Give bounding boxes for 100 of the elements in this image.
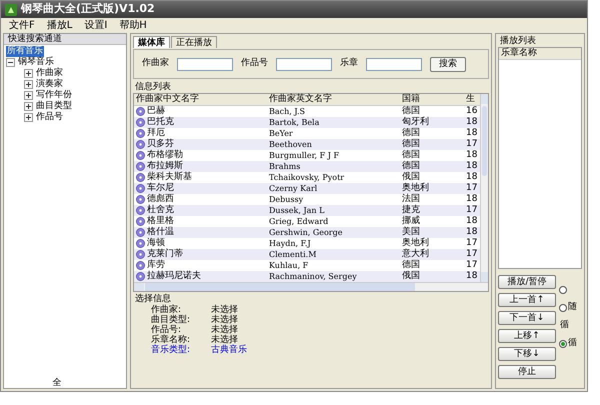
tab-label[interactable]: 全 bbox=[52, 378, 62, 388]
info-value: 未选择 bbox=[211, 315, 239, 325]
table-cell: 18 bbox=[466, 150, 478, 161]
table-cell: 18 bbox=[466, 227, 478, 238]
table-cell: 德国 bbox=[402, 139, 420, 150]
expand-icon[interactable] bbox=[24, 91, 33, 100]
table-cell-text: 德国 bbox=[402, 161, 420, 172]
table-cell: 18 bbox=[466, 117, 478, 128]
window-title: 钢琴曲大全(正式版)V1.02 bbox=[21, 1, 155, 18]
vertical-scrollbar[interactable] bbox=[480, 94, 488, 282]
info-value: 未选择 bbox=[211, 305, 239, 315]
column-header[interactable]: 生 bbox=[464, 94, 480, 105]
column-header: 乐章名称 bbox=[499, 48, 581, 60]
table-cell-text: 格里格 bbox=[147, 216, 174, 226]
table-cell-text: 海顿 bbox=[147, 238, 165, 248]
table-cell: 俄国 bbox=[402, 271, 420, 282]
table-cell: 17 bbox=[466, 139, 478, 150]
info-label: 曲目类型: bbox=[151, 315, 192, 325]
table-cell: Grieg, Edward bbox=[269, 216, 328, 227]
tree-item[interactable]: 演奏家 bbox=[35, 79, 64, 90]
option-label: 随 bbox=[568, 301, 577, 314]
table-cell-text: 奥地利 bbox=[402, 238, 429, 248]
menu-item[interactable]: 播放L bbox=[42, 18, 76, 33]
column-header[interactable]: 作曲家中文名字 bbox=[134, 94, 267, 105]
radio-button[interactable] bbox=[559, 340, 567, 348]
table-cell-text: 格什温 bbox=[147, 227, 174, 238]
column-header[interactable]: 作曲家英文名字 bbox=[267, 94, 400, 105]
tree-item[interactable]: 钢琴音乐 bbox=[17, 57, 55, 68]
info-label: 作品号: bbox=[151, 325, 182, 335]
table-cell: 18 bbox=[466, 172, 478, 183]
collapse-icon[interactable] bbox=[6, 58, 15, 67]
tab[interactable]: 媒体库 bbox=[133, 36, 170, 48]
table-cell: 16 bbox=[466, 106, 478, 117]
input-field[interactable] bbox=[177, 58, 233, 70]
table-cell-text: 克莱门蒂 bbox=[147, 249, 183, 260]
table-cell: Bach, J.S bbox=[269, 106, 305, 117]
table-cell-text: 德国 bbox=[402, 260, 420, 270]
table-cell-text: 贝多芬 bbox=[147, 139, 174, 150]
table-cell: Kuhlau, F bbox=[269, 260, 308, 271]
tab[interactable]: 正在播放 bbox=[171, 36, 217, 48]
control-button[interactable]: 播放/暂停 bbox=[498, 275, 556, 289]
table-cell: 18 bbox=[466, 128, 478, 139]
tree-item[interactable]: 作曲家 bbox=[35, 68, 64, 79]
expand-icon[interactable] bbox=[24, 102, 33, 111]
menu-item[interactable]: 设置I bbox=[80, 18, 112, 33]
table-cell: Brahms bbox=[269, 161, 300, 172]
table-cell: Czerny Karl bbox=[269, 183, 318, 194]
table-cell-text: 巴托克 bbox=[147, 117, 174, 128]
app-icon bbox=[5, 4, 17, 16]
radio-button[interactable] bbox=[559, 286, 567, 294]
panel-title: 快速搜索通道 bbox=[4, 34, 126, 45]
table-cell: 17 bbox=[466, 260, 478, 271]
control-button[interactable]: 下移↓ bbox=[498, 347, 556, 361]
input-field[interactable] bbox=[366, 58, 422, 70]
table-cell: Beethoven bbox=[269, 139, 312, 150]
field-label: 作曲家 bbox=[142, 57, 169, 70]
expand-icon[interactable] bbox=[24, 113, 33, 122]
menu-item[interactable]: 文件F bbox=[5, 18, 39, 33]
input-field[interactable] bbox=[276, 58, 332, 70]
column-header[interactable]: 国籍 bbox=[400, 94, 464, 105]
search-button[interactable]: 搜索 bbox=[430, 56, 466, 72]
table-cell: 17 bbox=[466, 183, 478, 194]
panel-title: 播放列表 bbox=[499, 36, 537, 47]
table-cell: Burgmuller, F J F bbox=[269, 150, 339, 161]
control-button[interactable]: 停止 bbox=[498, 365, 556, 379]
table-cell: Gershwin, George bbox=[269, 227, 342, 238]
control-button[interactable]: 上移↑ bbox=[498, 329, 556, 343]
expand-icon[interactable] bbox=[24, 80, 33, 89]
table-cell: Dussek, Jan L bbox=[269, 205, 324, 216]
table-cell: Tchaikovsky, Pyotr bbox=[269, 172, 344, 183]
info-value: 未选择 bbox=[211, 325, 239, 335]
tree-item[interactable]: 所有音乐 bbox=[6, 46, 44, 57]
info-label: 作曲家: bbox=[151, 305, 182, 315]
table-cell-text: 杜舍克 bbox=[147, 205, 174, 216]
table-cell-text: 俄国 bbox=[402, 172, 420, 182]
option-label: 循 bbox=[559, 319, 569, 332]
control-button[interactable]: 下一首↓ bbox=[498, 311, 556, 325]
horizontal-scrollbar[interactable] bbox=[134, 282, 488, 291]
tree-item[interactable]: 作品号 bbox=[35, 112, 64, 123]
table-cell: 匈牙利 bbox=[402, 117, 429, 128]
section-title: 信息列表 bbox=[134, 82, 172, 93]
table-cell-text: 德彪西 bbox=[147, 194, 174, 204]
table-cell: Rachmaninov, Sergey bbox=[269, 271, 357, 282]
expand-icon[interactable] bbox=[24, 69, 33, 78]
field-label: 乐章 bbox=[340, 57, 358, 70]
table-cell: 18 bbox=[466, 271, 478, 282]
table-cell-text: 挪威 bbox=[402, 216, 420, 226]
table-cell: 17 bbox=[466, 238, 478, 249]
info-label: 音乐类型: bbox=[151, 345, 192, 355]
radio-button[interactable] bbox=[559, 304, 567, 312]
table-cell: 18 bbox=[466, 216, 478, 227]
tree-item[interactable]: 曲目类型 bbox=[35, 101, 73, 112]
control-button[interactable]: 上一首↑ bbox=[498, 293, 556, 307]
tree-item[interactable]: 写作年份 bbox=[35, 90, 73, 101]
table-cell: Bartok, Bela bbox=[269, 117, 320, 128]
option-label: 循 bbox=[568, 337, 577, 350]
table-cell: 意大利 bbox=[402, 249, 429, 260]
menu-item[interactable]: 帮助H bbox=[115, 18, 151, 33]
info-value: 古典音乐 bbox=[211, 345, 248, 355]
table-cell: Debussy bbox=[269, 194, 304, 205]
